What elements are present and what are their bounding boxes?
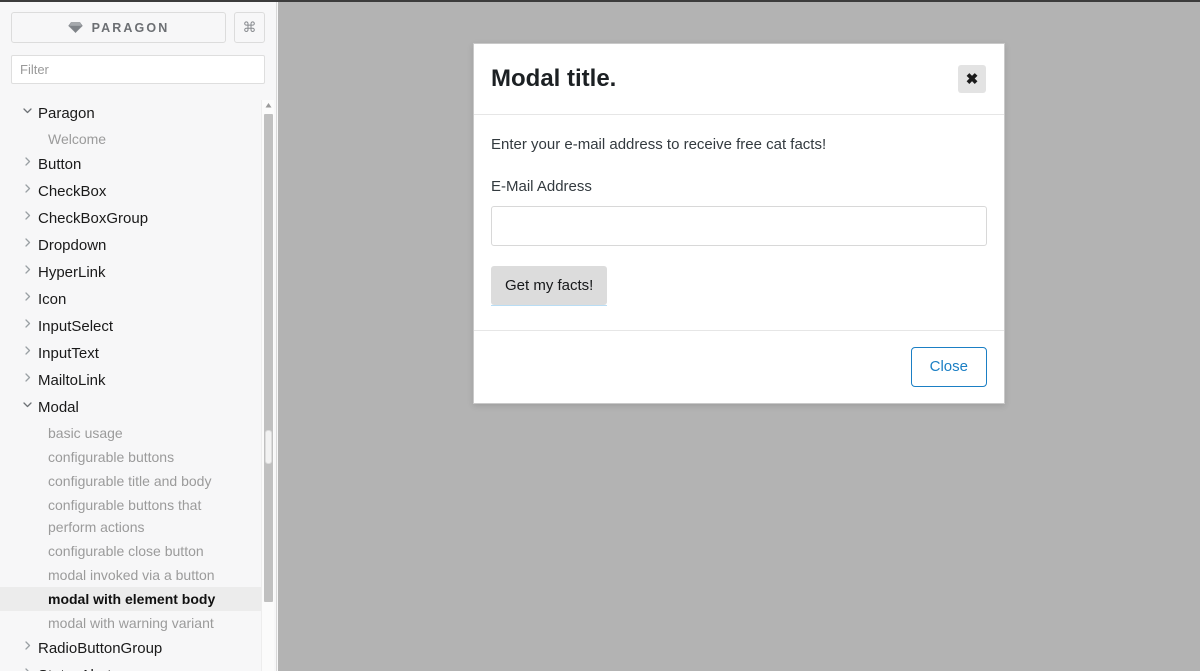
chevron-right-icon[interactable] (16, 206, 38, 221)
sidebar-item-label: modal with element body (48, 588, 215, 610)
sidebar-item-modal-with-element-body[interactable]: modal with element body (0, 587, 262, 611)
sidebar-item-label: CheckBox (38, 179, 106, 204)
sidebar-item-mailtolink[interactable]: MailtoLink (0, 367, 262, 394)
sidebar-item-label: Dropdown (38, 233, 106, 258)
sidebar-item-hyperlink[interactable]: HyperLink (0, 259, 262, 286)
sidebar-item-inputselect[interactable]: InputSelect (0, 313, 262, 340)
chevron-down-icon[interactable] (16, 395, 38, 410)
sidebar-item-welcome[interactable]: Welcome (0, 127, 262, 151)
close-icon[interactable]: ✖ (958, 65, 986, 93)
submit-wrap: Get my facts! (491, 266, 607, 306)
chevron-right-icon[interactable] (16, 341, 38, 356)
email-field-label: E-Mail Address (491, 178, 987, 195)
sidebar-item-modal-with-warning-variant[interactable]: modal with warning variant (0, 611, 262, 635)
command-glyph: ⌘ (243, 19, 257, 36)
modal-header: Modal title. ✖ (474, 44, 1004, 115)
modal-title: Modal title. (491, 64, 616, 94)
command-icon[interactable]: ⌘ (234, 12, 265, 43)
sidebar-header: PARAGON ⌘ (0, 2, 276, 43)
sidebar-item-inputtext[interactable]: InputText (0, 340, 262, 367)
close-x-glyph: ✖ (966, 70, 979, 88)
sidebar-item-label: configurable title and body (48, 470, 211, 492)
sidebar-item-label: Welcome (48, 128, 106, 150)
modal-footer: Close (474, 331, 1004, 403)
sidebar-item-configurable-title-and-body[interactable]: configurable title and body (0, 469, 262, 493)
get-facts-button[interactable]: Get my facts! (491, 266, 607, 305)
sidebar-tree: ParagonWelcomeButtonCheckBoxCheckBoxGrou… (0, 100, 262, 671)
filter-input[interactable] (11, 55, 265, 84)
sidebar-item-label: MailtoLink (38, 368, 106, 393)
sidebar-item-configurable-buttons-that-perform-actions[interactable]: configurable buttons that perform action… (0, 493, 262, 539)
email-field[interactable] (491, 206, 987, 246)
sidebar-item-label: CheckBoxGroup (38, 206, 148, 231)
sidebar-item-label: InputSelect (38, 314, 113, 339)
sidebar-item-label: RadioButtonGroup (38, 636, 162, 661)
chevron-right-icon[interactable] (16, 179, 38, 194)
brand-label: PARAGON (92, 21, 170, 35)
gem-icon (68, 21, 83, 34)
sidebar-item-checkbox[interactable]: CheckBox (0, 178, 262, 205)
app-root: PARAGON ⌘ ParagonWelcomeButtonCheckBoxCh… (0, 0, 1200, 671)
chevron-right-icon[interactable] (16, 368, 38, 383)
sidebar-item-label: InputText (38, 341, 99, 366)
sidebar-tree-scroll: ParagonWelcomeButtonCheckBoxCheckBoxGrou… (0, 100, 276, 671)
scrollbar-thumb[interactable] (264, 114, 273, 602)
modal-body: Enter your e-mail address to receive fre… (474, 115, 1004, 331)
modal-dialog: Modal title. ✖ Enter your e-mail address… (473, 43, 1005, 404)
sidebar-item-label: basic usage (48, 422, 123, 444)
sidebar-item-button[interactable]: Button (0, 151, 262, 178)
sidebar-item-label: modal invoked via a button (48, 564, 215, 586)
brand-button[interactable]: PARAGON (11, 12, 226, 43)
sidebar-item-paragon[interactable]: Paragon (0, 100, 262, 127)
sidebar-item-basic-usage[interactable]: basic usage (0, 421, 262, 445)
sidebar-item-statusalert[interactable]: StatusAlert (0, 662, 262, 671)
sidebar-item-modal[interactable]: Modal (0, 394, 262, 421)
sidebar-item-label: configurable buttons that perform action… (48, 494, 226, 538)
sidebar-item-configurable-buttons[interactable]: configurable buttons (0, 445, 262, 469)
chevron-right-icon[interactable] (16, 314, 38, 329)
chevron-right-icon[interactable] (16, 663, 38, 671)
chevron-right-icon[interactable] (16, 636, 38, 651)
sidebar-item-label: configurable close button (48, 540, 204, 562)
window-top-rule (0, 0, 1200, 2)
modal-body-intro: Enter your e-mail address to receive fre… (491, 135, 987, 155)
filter-wrap (0, 43, 276, 84)
sidebar-item-icon[interactable]: Icon (0, 286, 262, 313)
sidebar: PARAGON ⌘ ParagonWelcomeButtonCheckBoxCh… (0, 2, 277, 671)
chevron-right-icon[interactable] (16, 152, 38, 167)
sidebar-item-label: configurable buttons (48, 446, 174, 468)
submit-focus-underline (491, 305, 607, 306)
scroll-up-arrow-icon[interactable] (264, 101, 273, 110)
sidebar-item-label: Button (38, 152, 81, 177)
chevron-down-icon[interactable] (16, 101, 38, 116)
sidebar-item-checkboxgroup[interactable]: CheckBoxGroup (0, 205, 262, 232)
sidebar-item-label: modal with warning variant (48, 612, 214, 634)
chevron-right-icon[interactable] (16, 260, 38, 275)
chevron-right-icon[interactable] (16, 287, 38, 302)
sidebar-item-modal-invoked-via-a-button[interactable]: modal invoked via a button (0, 563, 262, 587)
close-button[interactable]: Close (911, 347, 987, 387)
chevron-right-icon[interactable] (16, 233, 38, 248)
sidebar-item-label: Modal (38, 395, 79, 420)
sidebar-item-radiobuttongroup[interactable]: RadioButtonGroup (0, 635, 262, 662)
sidebar-item-label: Icon (38, 287, 66, 312)
sidebar-item-label: StatusAlert (38, 663, 111, 671)
sidebar-scrollbar[interactable] (261, 100, 274, 671)
sidebar-item-dropdown[interactable]: Dropdown (0, 232, 262, 259)
sidebar-item-label: Paragon (38, 101, 95, 126)
sidebar-item-label: HyperLink (38, 260, 106, 285)
sidebar-item-configurable-close-button[interactable]: configurable close button (0, 539, 262, 563)
scrollbar-grip (265, 430, 272, 464)
